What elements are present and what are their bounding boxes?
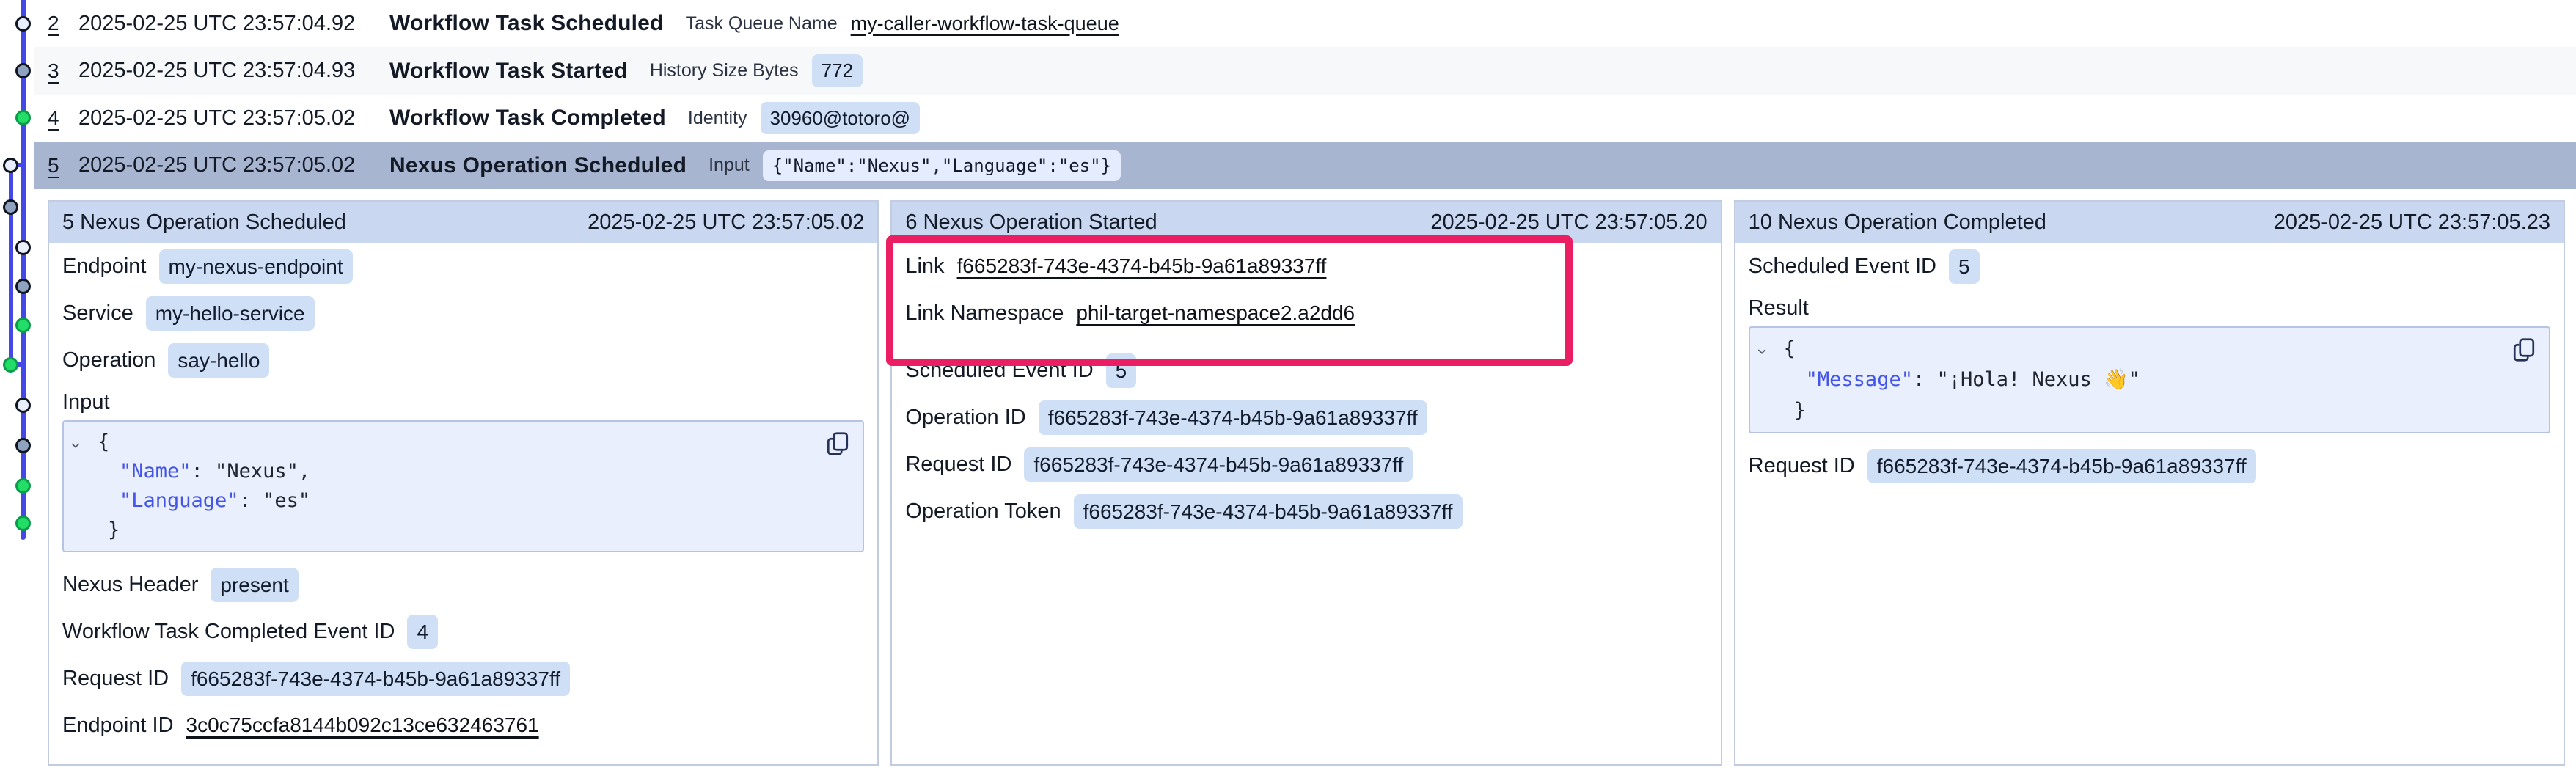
task-queue-link[interactable]: my-caller-workflow-task-queue bbox=[851, 12, 1119, 35]
scheduled-event-id-badge: 5 bbox=[1949, 249, 1980, 284]
timeline-dot-completed bbox=[3, 357, 18, 373]
event-row-5-selected[interactable]: 5 2025-02-25 UTC 23:57:05.02 Nexus Opera… bbox=[34, 142, 2576, 189]
result-json-viewer: {"Message": "¡Hola! Nexus 👋"} bbox=[1749, 326, 2550, 433]
copy-icon[interactable] bbox=[2511, 337, 2537, 365]
event-id-link[interactable]: 2 bbox=[48, 12, 78, 35]
event-name: Workflow Task Completed bbox=[389, 106, 666, 131]
event-name: Workflow Task Scheduled bbox=[389, 11, 664, 36]
field-label: Operation Token bbox=[905, 499, 1061, 524]
field-label: Nexus Header bbox=[62, 573, 198, 597]
panel-title: 5 Nexus Operation Scheduled bbox=[62, 210, 346, 235]
history-size-badge: 772 bbox=[812, 54, 863, 87]
panel-timestamp: 2025-02-25 UTC 23:57:05.02 bbox=[588, 210, 864, 235]
field-label: Operation bbox=[62, 348, 155, 373]
json-code-line: "Language": "es" bbox=[78, 486, 848, 516]
service-badge: my-hello-service bbox=[146, 296, 315, 331]
field-label: Endpoint ID bbox=[62, 714, 174, 738]
json-code-line: "Message": "¡Hola! Nexus 👋" bbox=[1765, 364, 2534, 395]
timeline-dot-completed bbox=[15, 110, 31, 125]
event-attr-label: History Size Bytes bbox=[650, 60, 799, 81]
event-id-link[interactable]: 5 bbox=[48, 154, 78, 177]
event-timestamp: 2025-02-25 UTC 23:57:04.93 bbox=[78, 59, 389, 83]
panel-nexus-operation-completed: 10 Nexus Operation Completed 2025-02-25 … bbox=[1734, 200, 2565, 766]
event-timeline-rail bbox=[0, 0, 47, 773]
panel-title: 6 Nexus Operation Started bbox=[905, 210, 1157, 235]
timeline-dot-scheduled bbox=[15, 240, 31, 255]
field-label: Link bbox=[905, 254, 944, 279]
panel-header: 5 Nexus Operation Scheduled 2025-02-25 U… bbox=[49, 202, 877, 243]
json-code-line: { bbox=[78, 428, 848, 457]
field-label: Service bbox=[62, 301, 133, 326]
endpoint-id-link[interactable]: 3c0c75ccfa8144b092c13ce632463761 bbox=[186, 714, 539, 737]
panel-timestamp: 2025-02-25 UTC 23:57:05.23 bbox=[2274, 210, 2550, 235]
event-timestamp: 2025-02-25 UTC 23:57:05.02 bbox=[78, 153, 389, 177]
event-attr-label: Task Queue Name bbox=[686, 13, 838, 34]
timeline-dot-scheduled bbox=[3, 158, 18, 173]
event-id-link[interactable]: 4 bbox=[48, 106, 78, 130]
panel-title: 10 Nexus Operation Completed bbox=[1749, 210, 2046, 235]
event-history-list: 2 2025-02-25 UTC 23:57:04.92 Workflow Ta… bbox=[0, 0, 2576, 189]
timeline-main-line bbox=[21, 0, 26, 540]
field-label: Scheduled Event ID bbox=[905, 359, 1093, 383]
field-label: Scheduled Event ID bbox=[1749, 254, 1936, 279]
endpoint-badge: my-nexus-endpoint bbox=[159, 249, 353, 284]
panel-header: 6 Nexus Operation Started 2025-02-25 UTC… bbox=[892, 202, 1720, 243]
event-timestamp: 2025-02-25 UTC 23:57:05.02 bbox=[78, 106, 389, 131]
event-id-link[interactable]: 3 bbox=[48, 59, 78, 83]
event-row-2[interactable]: 2 2025-02-25 UTC 23:57:04.92 Workflow Ta… bbox=[34, 0, 2576, 47]
request-id-badge: f665283f-743e-4374-b45b-9a61a89337ff bbox=[181, 662, 570, 696]
field-label: Request ID bbox=[1749, 454, 1855, 478]
panel-nexus-operation-started: 6 Nexus Operation Started 2025-02-25 UTC… bbox=[890, 200, 1721, 766]
timeline-dot-scheduled bbox=[15, 398, 31, 413]
operation-badge: say-hello bbox=[168, 343, 269, 378]
event-row-4[interactable]: 4 2025-02-25 UTC 23:57:05.02 Workflow Ta… bbox=[34, 95, 2576, 142]
event-name: Nexus Operation Scheduled bbox=[389, 153, 687, 178]
link-uuid-link[interactable]: f665283f-743e-4374-b45b-9a61a89337ff bbox=[957, 254, 1327, 278]
event-timestamp: 2025-02-25 UTC 23:57:04.92 bbox=[78, 12, 389, 36]
field-label: Endpoint bbox=[62, 254, 147, 279]
wtc-event-id-badge: 4 bbox=[407, 615, 438, 649]
operation-id-badge: f665283f-743e-4374-b45b-9a61a89337ff bbox=[1039, 400, 1427, 435]
field-label: Link Namespace bbox=[905, 301, 1064, 326]
event-name: Workflow Task Started bbox=[389, 59, 628, 84]
timeline-dot-completed bbox=[15, 318, 31, 333]
field-label: Operation ID bbox=[905, 406, 1025, 430]
copy-icon[interactable] bbox=[824, 431, 851, 459]
timeline-branch-line bbox=[9, 165, 13, 367]
request-id-badge: f665283f-743e-4374-b45b-9a61a89337ff bbox=[1024, 447, 1413, 482]
collapse-chevron-icon[interactable] bbox=[70, 433, 81, 456]
json-code-line: } bbox=[78, 516, 848, 545]
event-row-3[interactable]: 3 2025-02-25 UTC 23:57:04.93 Workflow Ta… bbox=[34, 47, 2576, 95]
operation-token-badge: f665283f-743e-4374-b45b-9a61a89337ff bbox=[1074, 494, 1463, 529]
field-label: Result bbox=[1749, 296, 1809, 320]
timeline-dot-scheduled bbox=[15, 16, 31, 32]
link-namespace-link[interactable]: phil-target-namespace2.a2dd6 bbox=[1076, 301, 1355, 325]
panel-nexus-operation-scheduled: 5 Nexus Operation Scheduled 2025-02-25 U… bbox=[48, 200, 879, 766]
event-detail-panels: 5 Nexus Operation Scheduled 2025-02-25 U… bbox=[48, 200, 2565, 766]
input-json-badge: {"Name":"Nexus","Language":"es"} bbox=[763, 150, 1121, 181]
scheduled-event-id-badge: 5 bbox=[1106, 353, 1137, 388]
timeline-dot-started bbox=[15, 63, 31, 78]
collapse-chevron-icon[interactable] bbox=[1756, 340, 1768, 362]
timeline-dot-completed bbox=[15, 516, 31, 531]
input-json-viewer: {"Name": "Nexus","Language": "es"} bbox=[62, 420, 864, 552]
timeline-dot-started bbox=[15, 438, 31, 453]
panel-timestamp: 2025-02-25 UTC 23:57:05.20 bbox=[1430, 210, 1707, 235]
json-code-line: { bbox=[1765, 334, 2534, 364]
request-id-badge: f665283f-743e-4374-b45b-9a61a89337ff bbox=[1867, 449, 2256, 483]
json-code-line: } bbox=[1765, 395, 2534, 426]
event-attr-label: Identity bbox=[688, 108, 747, 129]
field-label: Request ID bbox=[62, 667, 169, 691]
nexus-header-badge: present bbox=[211, 568, 298, 602]
panel-header: 10 Nexus Operation Completed 2025-02-25 … bbox=[1735, 202, 2564, 243]
timeline-dot-completed bbox=[15, 478, 31, 494]
timeline-dot-started bbox=[15, 279, 31, 294]
field-label: Workflow Task Completed Event ID bbox=[62, 620, 395, 644]
identity-badge: 30960@totoro@ bbox=[761, 102, 921, 135]
json-code-line: "Name": "Nexus", bbox=[78, 457, 848, 486]
timeline-dot-started bbox=[3, 199, 18, 215]
event-attr-label: Input bbox=[709, 155, 750, 176]
field-label: Input bbox=[62, 390, 110, 414]
field-label: Request ID bbox=[905, 453, 1011, 477]
